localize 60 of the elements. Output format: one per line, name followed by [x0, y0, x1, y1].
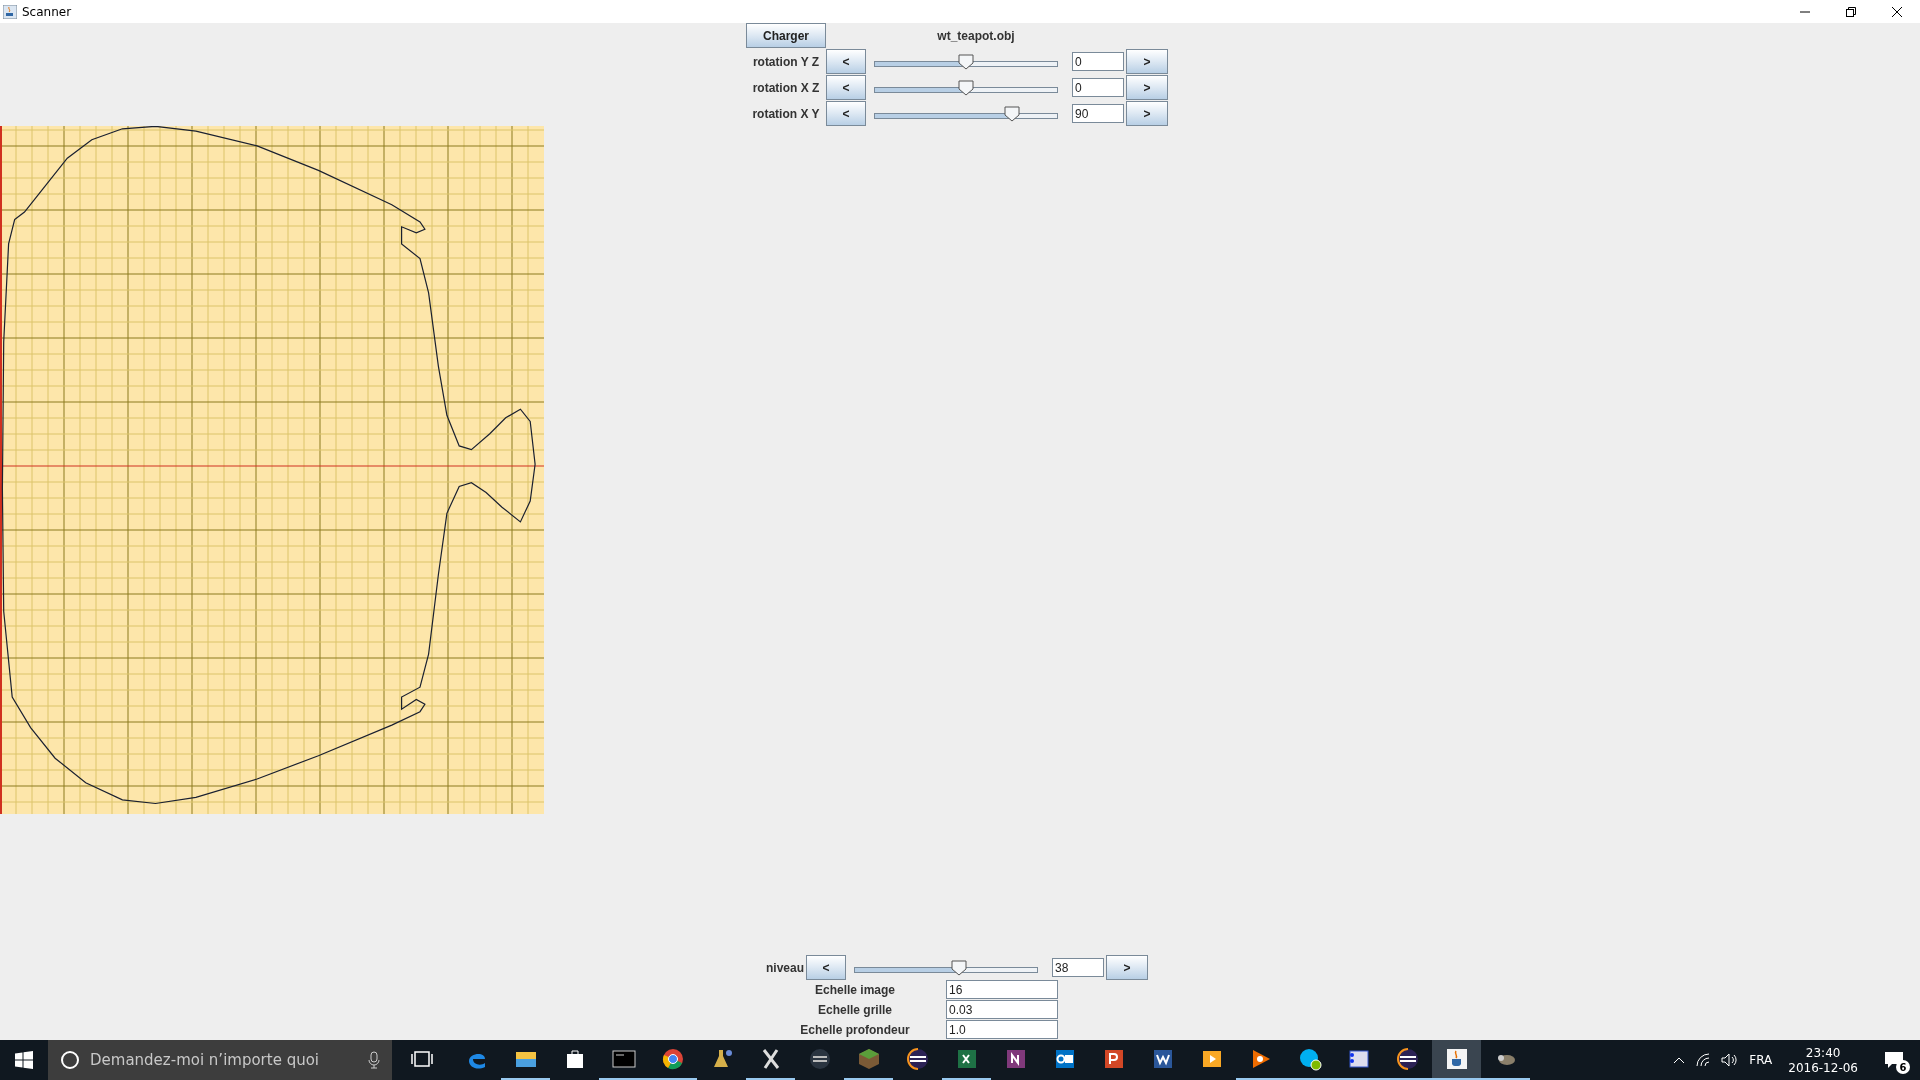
- cube-icon[interactable]: [856, 1047, 881, 1071]
- slider[interactable]: [874, 104, 1058, 123]
- angle-field[interactable]: 0: [1072, 52, 1124, 71]
- search-field[interactable]: Demandez-moi n’importe quoi: [88, 1050, 360, 1070]
- slider[interactable]: [874, 78, 1058, 97]
- slider-thumb[interactable]: [1003, 105, 1020, 122]
- microphone-icon[interactable]: [368, 1051, 380, 1069]
- close-icon: [1892, 6, 1902, 17]
- coffee-cup-icon[interactable]: [1444, 1047, 1469, 1071]
- window-title: Scanner: [22, 4, 72, 19]
- angle-field[interactable]: 0: [1072, 78, 1124, 97]
- language-indicator[interactable]: FRA: [1749, 1053, 1773, 1067]
- scale-field[interactable]: 1.0: [946, 1020, 1058, 1039]
- increment-button[interactable]: >: [1126, 49, 1168, 74]
- globe-icon[interactable]: [1395, 1047, 1420, 1071]
- slider[interactable]: [874, 52, 1058, 71]
- chevron-up-icon[interactable]: [1673, 1056, 1686, 1064]
- scale-label: Echelle grille: [817, 1003, 892, 1017]
- task-view-icon[interactable]: [411, 1050, 433, 1068]
- increment-button[interactable]: >: [1126, 101, 1168, 126]
- clock-date: 2016-12-06: [1788, 1060, 1858, 1075]
- level-field[interactable]: 38: [1052, 958, 1104, 977]
- clock-time: 23:40: [1805, 1045, 1841, 1060]
- terminal-icon[interactable]: [611, 1047, 636, 1071]
- search-box[interactable]: Demandez-moi n’importe quoi: [48, 1040, 392, 1080]
- volume-icon[interactable]: [1721, 1053, 1740, 1067]
- decrement-button[interactable]: <: [826, 101, 866, 126]
- decrement-button[interactable]: <: [826, 49, 866, 74]
- circle-icon: [60, 1050, 80, 1070]
- notification-count: 6: [1896, 1060, 1910, 1074]
- level-label: niveau: [766, 960, 804, 975]
- coffee-cup-icon: [3, 4, 17, 19]
- globe-icon[interactable]: [905, 1047, 930, 1071]
- slider[interactable]: [854, 958, 1038, 977]
- slider-thumb[interactable]: [958, 53, 974, 70]
- wifi-icon[interactable]: [1695, 1053, 1712, 1067]
- slider-thumb[interactable]: [950, 959, 967, 976]
- load-button[interactable]: Charger: [746, 23, 826, 48]
- rotation-label: rotation X Y: [752, 106, 820, 121]
- angle-field[interactable]: 90: [1072, 104, 1124, 123]
- browser-icon[interactable]: [660, 1047, 685, 1071]
- scale-label: Echelle image: [814, 983, 895, 997]
- windows-logo-icon: [15, 1051, 33, 1069]
- decrement-button[interactable]: <: [806, 955, 846, 980]
- scale-field[interactable]: 16: [946, 980, 1058, 999]
- notification-icon[interactable]: [1884, 1051, 1904, 1069]
- window-icon[interactable]: [1346, 1047, 1371, 1071]
- increment-button[interactable]: >: [1126, 75, 1168, 100]
- stripes-icon[interactable]: [807, 1047, 832, 1071]
- increment-button[interactable]: >: [1106, 955, 1148, 980]
- rotation-label: rotation X Z: [752, 80, 820, 95]
- file-name: wt_teapot.obj: [937, 28, 1015, 43]
- rotation-label: rotation Y Z: [752, 54, 820, 69]
- slider-thumb[interactable]: [958, 79, 974, 96]
- scale-label: Echelle profondeur: [800, 1023, 910, 1037]
- chat-bubble-icon[interactable]: [1297, 1047, 1322, 1071]
- scale-field[interactable]: 0.03: [946, 1000, 1058, 1019]
- taskbar-app[interactable]: [1432, 1040, 1481, 1080]
- restore-icon: [1846, 6, 1856, 17]
- decrement-button[interactable]: <: [826, 75, 866, 100]
